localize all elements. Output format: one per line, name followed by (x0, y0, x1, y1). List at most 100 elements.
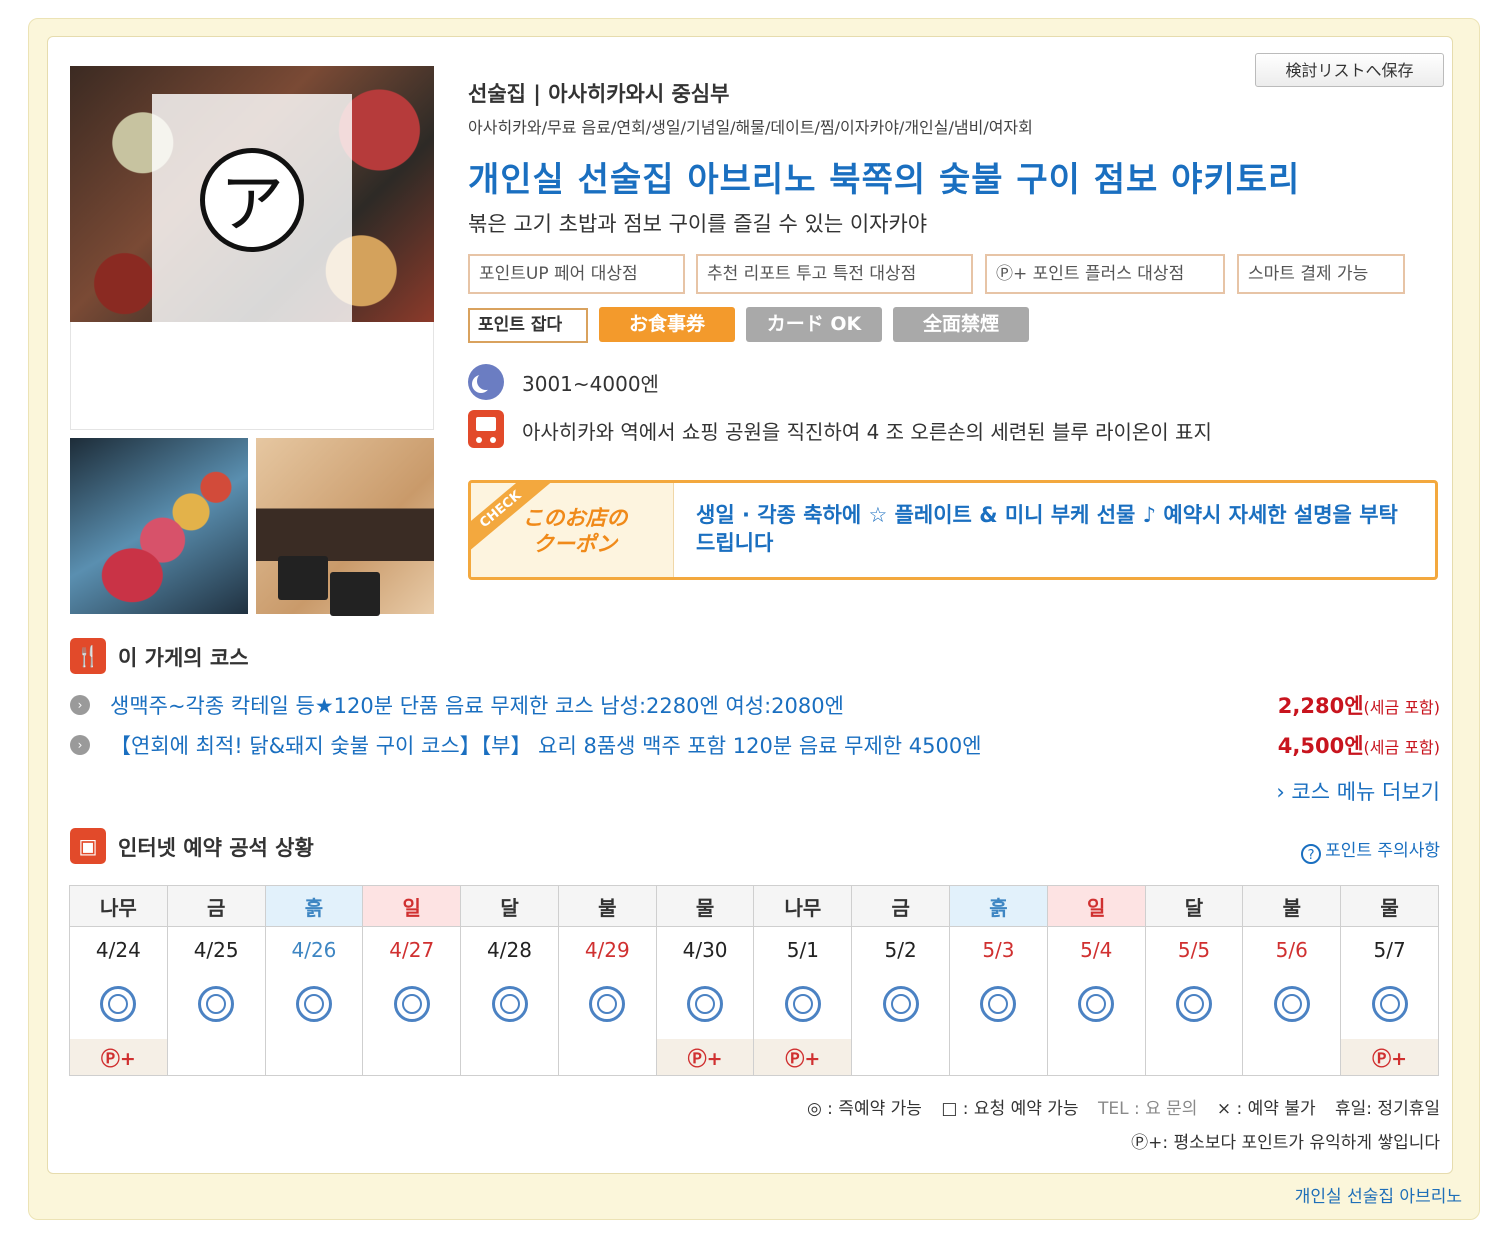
available-double-circle-icon[interactable] (198, 986, 235, 1022)
calendar-dow: 불 (557, 885, 657, 927)
shop-name-link[interactable]: 개인실 선술집 아브리노 북쪽의 숯불 구이 점보 야키토리 (468, 152, 1300, 201)
tag-list: 아사히카와/무료 음료/연회/생일/기념일/해물/데이트/찜/이자카야/개인실/… (468, 118, 1033, 137)
calendar-point-cell (949, 1039, 1048, 1076)
available-double-circle-icon[interactable] (882, 986, 919, 1022)
legend-unavailable: × : 예약 불가 (1216, 1099, 1316, 1119)
calendar-point-cell (1144, 1039, 1244, 1076)
meal-ticket-badge: お食事券 (599, 307, 735, 342)
calendar-dow: 나무 (69, 885, 168, 927)
available-double-circle-icon[interactable] (100, 986, 137, 1022)
calendar-dow: 일 (1046, 885, 1146, 927)
save-to-list-button[interactable]: 検討リストへ保存 (1255, 53, 1444, 87)
calendar-legend: ◎ : 즉예약 가능 □ : 요청 예약 가능 TEL : 요 문의 × : 예… (793, 1094, 1440, 1119)
badge-pointup-fair: 포인트UP 페어 대상점 (468, 254, 685, 294)
calendar-point-cell: Ⓟ+ (69, 1039, 168, 1076)
train-icon (468, 410, 504, 448)
calendar-slot[interactable] (1144, 973, 1244, 1039)
calendar-date: 5/5 (1144, 926, 1244, 973)
coupon-box[interactable]: CHECK このお店の クーポン 생일 · 각종 축하에 ☆ 플레이트 & 미니… (468, 480, 1438, 580)
main-photo[interactable]: ア (70, 66, 434, 322)
calendar-date: 4/28 (460, 926, 559, 973)
available-double-circle-icon[interactable] (1371, 986, 1408, 1022)
calendar-date: 4/30 (655, 926, 755, 973)
available-double-circle-icon[interactable] (784, 986, 821, 1022)
calendar-slot[interactable] (1242, 973, 1342, 1039)
calendar-slot[interactable] (166, 973, 266, 1039)
badge-smart-payment: 스마트 결제 가능 (1237, 254, 1405, 294)
pplus-legend: Ⓟ+: 평소보다 포인트가 유익하게 쌓입니다 (1131, 1133, 1440, 1153)
calendar-date: 5/7 (1340, 926, 1439, 973)
point-plus-icon: Ⓟ+ (1372, 1047, 1408, 1070)
available-double-circle-icon[interactable] (295, 986, 332, 1022)
question-icon: ? (1301, 844, 1322, 864)
calendar-point-cell (1046, 1039, 1146, 1076)
floor-mat (278, 556, 328, 600)
calendar-slot[interactable] (1340, 973, 1439, 1039)
point-plus-icon: Ⓟ+ (100, 1047, 136, 1070)
access-text: 아사히카와 역에서 쇼핑 공원을 직진하여 4 조 오른손의 세련된 블루 라이… (522, 420, 1212, 444)
calendar-dow: 금 (851, 885, 951, 927)
calendar-dow: 물 (655, 885, 755, 927)
calendar-slot[interactable] (655, 973, 755, 1039)
available-double-circle-icon[interactable] (589, 986, 626, 1022)
available-double-circle-icon[interactable] (687, 986, 724, 1022)
course-price: 2,280엔(세금 포함) (1277, 694, 1440, 718)
coupon-text-link[interactable]: 생일 · 각종 축하에 ☆ 플레이트 & 미니 부케 선물 ♪ 예약시 자세한 … (696, 501, 1416, 557)
main-photo-caption-area (70, 322, 434, 430)
courses-title: 이 가게의 코스 (118, 646, 249, 670)
calendar-dow: 물 (1340, 885, 1439, 927)
coupon-title: このお店の クーポン (522, 506, 628, 556)
calendar-slot[interactable] (753, 973, 853, 1039)
calendar-date: 4/25 (166, 926, 266, 973)
available-double-circle-icon[interactable] (1273, 986, 1310, 1022)
footer-shop-link[interactable]: 개인실 선술집 아브리노 (1295, 1182, 1462, 1207)
calendar-icon: ▣ (70, 828, 106, 864)
calendar-slot[interactable] (69, 973, 168, 1039)
calendar-slot[interactable] (949, 973, 1048, 1039)
availability-calendar: 나무 금 흙 일 달 불 물 나무 금 흙 일 달 불 물 4/24 4/25 4/26 4/27 4/28 4/2… (69, 885, 1439, 1076)
legend-request: □ : 요청 예약 가능 (941, 1099, 1079, 1119)
floor-mat (330, 572, 380, 616)
point-notes-link[interactable]: ? 포인트 주의사항 (1301, 836, 1440, 864)
calendar-point-cell (264, 1039, 364, 1076)
point-plus-icon: Ⓟ+ (687, 1047, 723, 1070)
calendar-slot[interactable] (557, 973, 657, 1039)
available-double-circle-icon[interactable] (393, 986, 430, 1022)
more-courses-link[interactable]: › 코스 메뉴 더보기 (1276, 776, 1440, 806)
calendar-slot[interactable] (1046, 973, 1146, 1039)
calendar-slot[interactable] (362, 973, 462, 1039)
calendar-point-cell: Ⓟ+ (753, 1039, 853, 1076)
calendar-date: 4/29 (557, 926, 657, 973)
private-room-photo[interactable] (256, 438, 434, 616)
legend-holiday: 휴일: 정기휴일 (1335, 1099, 1440, 1119)
available-double-circle-icon[interactable] (980, 986, 1017, 1022)
calendar-dow: 흙 (949, 885, 1048, 927)
calendar-date: 4/24 (69, 926, 168, 973)
available-double-circle-icon[interactable] (1078, 986, 1115, 1022)
arrow-right-icon: › (70, 695, 90, 715)
calendar-point-cell (362, 1039, 462, 1076)
sushi-photo[interactable] (70, 438, 248, 614)
no-smoking-badge: 全面禁煙 (893, 307, 1029, 342)
calendar-slot[interactable] (264, 973, 364, 1039)
calendar-point-cell (851, 1039, 951, 1076)
legend-tel: TEL : 요 문의 (1097, 1099, 1198, 1119)
course-row[interactable]: › 생맥주~각종 칵테일 등★120분 단품 음료 무제한 코스 남성:2280… (70, 690, 1440, 720)
available-double-circle-icon[interactable] (1175, 986, 1212, 1022)
genre-area: 선술집 | 아사히카와시 중심부 (468, 82, 730, 106)
calendar-point-cell (1242, 1039, 1342, 1076)
course-name-link[interactable]: 【연회에 최적! 닭&돼지 숯불 구이 코스】【부】 요리 8품생 맥주 포함 … (110, 730, 982, 760)
course-price: 4,500엔(세금 포함) (1277, 734, 1440, 758)
card-ok-badge: カード OK (746, 307, 882, 342)
calendar-dow: 달 (1144, 885, 1244, 927)
fork-knife-icon: 🍴 (70, 638, 106, 674)
legend-instant: ◎ : 즉예약 가능 (806, 1099, 922, 1119)
course-row[interactable]: › 【연회에 최적! 닭&돼지 숯불 구이 코스】【부】 요리 8품생 맥주 포… (70, 730, 1440, 760)
calendar-slot[interactable] (460, 973, 559, 1039)
course-name-link[interactable]: 생맥주~각종 칵테일 등★120분 단품 음료 무제한 코스 남성:2280엔 … (110, 690, 844, 720)
badge-point-plus: Ⓟ+ 포인트 플러스 대상점 (985, 254, 1225, 294)
calendar-dow: 일 (362, 885, 462, 927)
calendar-slot[interactable] (851, 973, 951, 1039)
available-double-circle-icon[interactable] (491, 986, 528, 1022)
calendar-point-cell (166, 1039, 266, 1076)
